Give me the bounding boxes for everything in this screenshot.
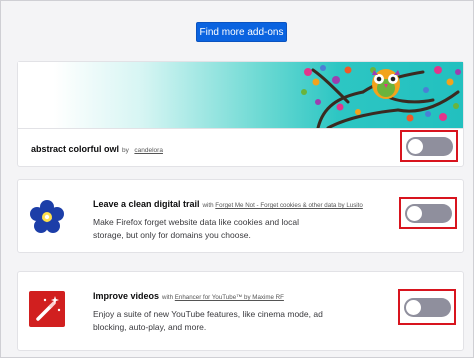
- theme-toggle-highlight: [400, 130, 458, 162]
- extension-toggle-highlight: [399, 197, 457, 229]
- theme-name: abstract colorful owl: [31, 144, 120, 154]
- forget-me-not-flower-icon: [30, 200, 64, 233]
- toggle-knob: [405, 299, 421, 315]
- extension-title-row: Leave a clean digital trail with Forget M…: [93, 199, 363, 209]
- magic-wand-icon: [29, 291, 65, 327]
- extension-title: Leave a clean digital trail: [93, 199, 200, 209]
- extension-card-enhancer-youtube: Improve videos with Enhancer for YouTube™…: [17, 271, 464, 351]
- with-label: with Forget Me Not - Forget cookies & ot…: [202, 202, 363, 209]
- theme-enable-toggle[interactable]: [405, 136, 453, 156]
- theme-author-link[interactable]: candelora: [134, 147, 163, 154]
- theme-info: abstract colorful owl by candelora: [31, 144, 163, 154]
- extension-toggle-highlight: [398, 289, 456, 325]
- extension-title: Improve videos: [93, 291, 160, 301]
- theme-banner-image: [18, 62, 463, 129]
- owl-tree-artwork: [301, 65, 461, 128]
- extension-enable-toggle[interactable]: [403, 297, 451, 317]
- toggle-knob: [407, 138, 423, 154]
- addon-link[interactable]: Enhancer for YouTube™ by Maxime RF: [175, 294, 284, 301]
- theme-card: abstract colorful owl by candelora: [17, 61, 464, 167]
- extension-card-forget-me-not: Leave a clean digital trail with Forget M…: [17, 179, 464, 253]
- theme-by-label: by: [122, 147, 129, 154]
- toggle-knob: [406, 205, 422, 221]
- with-label: with Enhancer for YouTube™ by Maxime RF: [162, 294, 284, 301]
- addon-link[interactable]: Forget Me Not - Forget cookies & other d…: [215, 202, 363, 209]
- find-more-addons-button[interactable]: Find more add-ons: [196, 22, 287, 42]
- extension-enable-toggle[interactable]: [404, 203, 452, 223]
- extension-description: Make Firefox forget website data like co…: [93, 217, 299, 240]
- extension-title-row: Improve videos with Enhancer for YouTube™…: [93, 291, 284, 301]
- extension-description: Enjoy a suite of new YouTube features, l…: [93, 309, 323, 332]
